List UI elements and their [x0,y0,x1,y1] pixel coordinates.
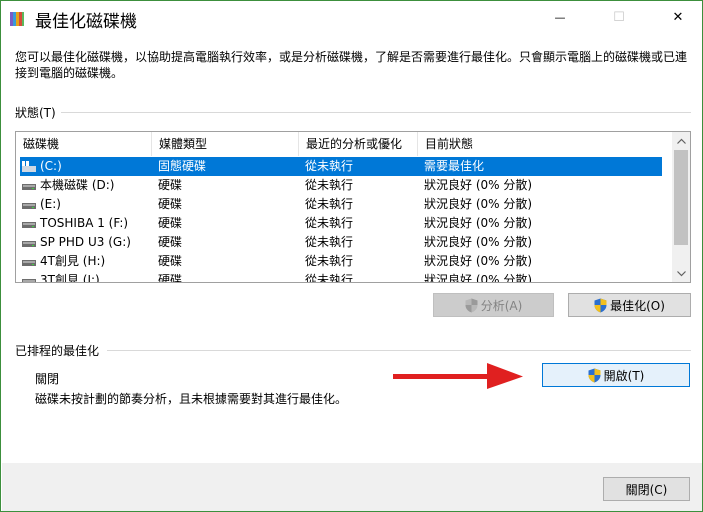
scroll-down-arrow[interactable] [672,265,690,282]
uac-shield-icon [588,368,601,382]
window-title: 最佳化磁碟機 [35,12,137,32]
windows-drive-icon [22,161,36,172]
drive-row[interactable]: (E:) 硬碟 從未執行 狀況良好 (0% 分散) [20,195,662,214]
current-status: 狀況良好 (0% 分散) [424,216,533,230]
close-button-label: 關閉(C) [625,482,668,497]
current-status: 狀況良好 (0% 分散) [424,235,533,249]
maximize-button[interactable]: ☐ [596,1,642,33]
uac-shield-icon [465,298,478,312]
optimize-drives-window: 最佳化磁碟機 — ☐ ✕ 您可以最佳化磁碟機，以協助提高電腦執行效率，或是分析磁… [0,0,703,512]
drive-name: (E:) [40,197,61,211]
analyze-button-label: 分析(A) [480,298,523,313]
scroll-thumb[interactable] [674,150,688,245]
drive-row[interactable]: TOSHIBA 1 (F:) 硬碟 從未執行 狀況良好 (0% 分散) [20,214,662,233]
drive-name: (C:) [40,159,62,173]
media-type: 固態硬碟 [158,159,207,173]
dialog-footer [2,463,702,511]
scheduled-divider [107,350,691,351]
scroll-up-arrow[interactable] [672,132,690,149]
drive-list[interactable]: 磁碟機 媒體類型 最近的分析或優化 目前狀態 (C:) 固態硬碟 從未執行 需要… [15,131,691,283]
red-arrow-annotation [393,363,523,389]
optimize-button-label: 最佳化(O) [610,298,665,313]
enable-schedule-button-label: 開啟(T) [603,368,645,383]
hard-drive-icon [22,260,36,266]
drive-list-header: 磁碟機 媒體類型 最近的分析或優化 目前狀態 [16,132,672,156]
defrag-app-icon [10,12,24,26]
status-section-label: 狀態(T) [15,106,56,120]
drive-name: TOSHIBA 1 (F:) [40,216,129,230]
media-type: 硬碟 [158,216,183,230]
drive-row[interactable]: (C:) 固態硬碟 從未執行 需要最佳化 [20,157,662,176]
hard-drive-icon [22,279,36,282]
column-header-current-status[interactable]: 目前狀態 [418,132,672,156]
close-icon: ✕ [672,9,684,25]
drive-row[interactable]: 本機磁碟 (D:) 硬碟 從未執行 狀況良好 (0% 分散) [20,176,662,195]
drive-row[interactable]: 4T創見 (H:) 硬碟 從未執行 狀況良好 (0% 分散) [20,252,662,271]
chevron-up-icon [676,138,686,144]
last-run: 從未執行 [305,254,354,268]
description-text: 您可以最佳化磁碟機，以協助提高電腦執行效率，或是分析磁碟機，了解是否需要進行最佳… [15,50,688,80]
title-bar[interactable]: 最佳化磁碟機 — ☐ ✕ [1,1,702,37]
current-status: 狀況良好 (0% 分散) [424,254,533,268]
hard-drive-icon [22,241,36,247]
drive-row[interactable]: 3T創見 (I:) 硬碟 從未執行 狀況良好 (0% 分散) [20,271,662,283]
scheduled-section-label: 已排程的最佳化 [15,344,100,358]
optimize-button[interactable]: 最佳化(O) [568,293,691,317]
status-divider [61,112,691,113]
schedule-info: 磁碟未按計劃的節奏分析，且未根據需要對其進行最佳化。 [35,392,348,406]
media-type: 硬碟 [158,254,183,268]
enable-schedule-button[interactable]: 開啟(T) [542,363,690,387]
media-type: 硬碟 [158,197,183,211]
uac-shield-icon [594,298,607,312]
column-header-media-type[interactable]: 媒體類型 [152,132,299,156]
minimize-icon: — [554,10,566,24]
drive-name: 3T創見 (I:) [40,273,100,283]
chevron-down-icon [676,270,686,276]
drive-row[interactable]: SP PHD U3 (G:) 硬碟 從未執行 狀況良好 (0% 分散) [20,233,662,252]
close-button[interactable]: 關閉(C) [603,477,690,501]
last-run: 從未執行 [305,178,354,192]
last-run: 從未執行 [305,159,354,173]
current-status: 狀況良好 (0% 分散) [424,178,533,192]
maximize-icon: ☐ [613,9,625,25]
hard-drive-icon [22,222,36,228]
last-run: 從未執行 [305,273,354,283]
close-window-button[interactable]: ✕ [655,1,701,33]
column-header-last-run[interactable]: 最近的分析或優化 [299,132,418,156]
column-header-drive[interactable]: 磁碟機 [16,132,152,156]
drive-name: 本機磁碟 (D:) [40,178,115,192]
media-type: 硬碟 [158,273,183,283]
drive-name: 4T創見 (H:) [40,254,106,268]
current-status: 狀況良好 (0% 分散) [424,197,533,211]
media-type: 硬碟 [158,178,183,192]
media-type: 硬碟 [158,235,183,249]
current-status: 狀況良好 (0% 分散) [424,273,533,283]
drive-list-scrollbar[interactable] [672,132,690,282]
schedule-state: 關閉 [35,372,60,386]
minimize-button[interactable]: — [537,1,583,33]
hard-drive-icon [22,184,36,190]
last-run: 從未執行 [305,216,354,230]
current-status: 需要最佳化 [424,159,485,173]
drive-name: SP PHD U3 (G:) [40,235,131,249]
last-run: 從未執行 [305,235,354,249]
last-run: 從未執行 [305,197,354,211]
analyze-button[interactable]: 分析(A) [433,293,554,317]
hard-drive-icon [22,203,36,209]
